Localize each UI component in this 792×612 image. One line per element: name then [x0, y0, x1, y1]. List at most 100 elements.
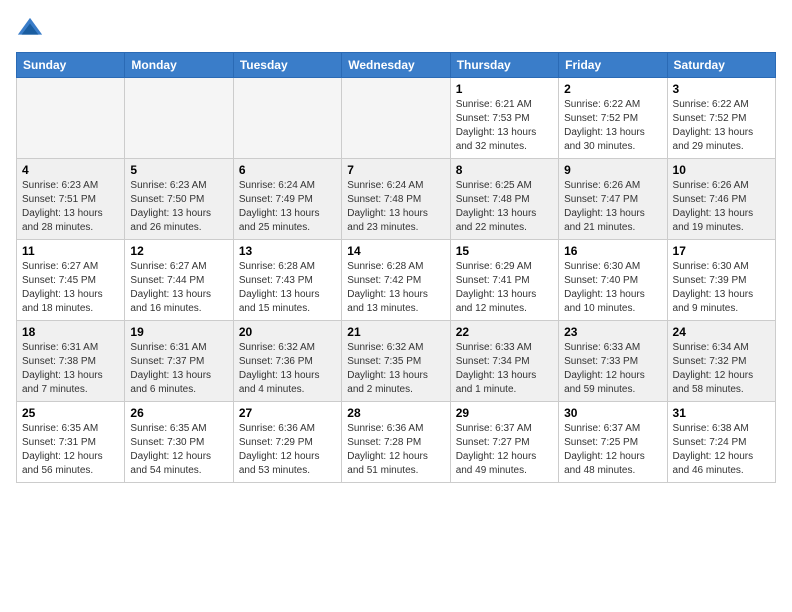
day-info: Sunrise: 6:23 AM Sunset: 7:51 PM Dayligh… — [22, 179, 119, 235]
day-info: Sunrise: 6:23 AM Sunset: 7:50 PM Dayligh… — [130, 179, 227, 235]
weekday-header-monday: Monday — [125, 53, 233, 78]
calendar-cell: 21Sunrise: 6:32 AM Sunset: 7:35 PM Dayli… — [342, 321, 450, 402]
calendar-cell: 9 Sunrise: 6:26 AM Sunset: 7:47 PM Daylig… — [559, 159, 667, 240]
day-info: Sunrise: 6:32 AM Sunset: 7:35 PM Dayligh… — [347, 341, 444, 397]
day-number: 13 — [239, 244, 336, 258]
calendar-cell: 12 Sunrise: 6:27 AM Sunset: 7:44 PM Dayli… — [125, 240, 233, 321]
calendar-table: SundayMondayTuesdayWednesdayThursdayFrid… — [16, 52, 776, 483]
day-number: 29 — [456, 406, 553, 420]
day-info: Sunrise: 6:25 AM Sunset: 7:48 PM Dayligh… — [456, 179, 553, 235]
calendar-cell: 20 Sunrise: 6:32 AM Sunset: 7:36 PM Dayli… — [233, 321, 341, 402]
day-number: 12 — [130, 244, 227, 258]
day-info: Sunrise: 6:24 AM Sunset: 7:48 PM Dayligh… — [347, 179, 444, 235]
calendar-cell: 18 Sunrise: 6:31 AM Sunset: 7:38 PM Dayli… — [17, 321, 125, 402]
day-info: Sunrise: 6:37 AM Sunset: 7:25 PM Dayligh… — [564, 422, 661, 478]
day-info: Sunrise: 6:30 AM Sunset: 7:39 PM Dayligh… — [673, 260, 770, 316]
day-info: Sunrise: 6:34 AM Sunset: 7:32 PM Dayligh… — [673, 341, 770, 397]
day-info: Sunrise: 6:29 AM Sunset: 7:41 PM Dayligh… — [456, 260, 553, 316]
calendar-cell: 15 Sunrise: 6:29 AM Sunset: 7:41 PM Dayli… — [450, 240, 558, 321]
day-info: Sunrise: 6:37 AM Sunset: 7:27 PM Dayligh… — [456, 422, 553, 478]
calendar-cell — [125, 78, 233, 159]
day-info: Sunrise: 6:26 AM Sunset: 7:47 PM Dayligh… — [564, 179, 661, 235]
day-number: 11 — [22, 244, 119, 258]
day-number: 4 — [22, 163, 119, 177]
calendar-cell: 8 Sunrise: 6:25 AM Sunset: 7:48 PM Daylig… — [450, 159, 558, 240]
day-info: Sunrise: 6:26 AM Sunset: 7:46 PM Dayligh… — [673, 179, 770, 235]
day-number: 20 — [239, 325, 336, 339]
calendar-cell: 14 Sunrise: 6:28 AM Sunset: 7:42 PM Dayli… — [342, 240, 450, 321]
calendar-cell: 5 Sunrise: 6:23 AM Sunset: 7:50 PM Daylig… — [125, 159, 233, 240]
calendar-cell — [342, 78, 450, 159]
day-number: 1 — [456, 82, 553, 96]
day-number: 14 — [347, 244, 444, 258]
calendar-cell: 17 Sunrise: 6:30 AM Sunset: 7:39 PM Dayli… — [667, 240, 775, 321]
day-number: 23 — [564, 325, 661, 339]
calendar-cell: 22Sunrise: 6:33 AM Sunset: 7:34 PM Dayli… — [450, 321, 558, 402]
day-info: Sunrise: 6:30 AM Sunset: 7:40 PM Dayligh… — [564, 260, 661, 316]
day-number: 30 — [564, 406, 661, 420]
day-number: 16 — [564, 244, 661, 258]
day-number: 8 — [456, 163, 553, 177]
day-number: 22 — [456, 325, 553, 339]
calendar-cell: 25 Sunrise: 6:35 AM Sunset: 7:31 PM Dayli… — [17, 402, 125, 483]
day-number: 25 — [22, 406, 119, 420]
weekday-header-thursday: Thursday — [450, 53, 558, 78]
day-info: Sunrise: 6:28 AM Sunset: 7:42 PM Dayligh… — [347, 260, 444, 316]
day-number: 18 — [22, 325, 119, 339]
calendar-cell: 6Sunrise: 6:24 AM Sunset: 7:49 PM Daylig… — [233, 159, 341, 240]
day-number: 7 — [347, 163, 444, 177]
calendar-week-1: 1 Sunrise: 6:21 AM Sunset: 7:53 PM Daylig… — [17, 78, 776, 159]
day-number: 17 — [673, 244, 770, 258]
day-info: Sunrise: 6:35 AM Sunset: 7:30 PM Dayligh… — [130, 422, 227, 478]
day-info: Sunrise: 6:21 AM Sunset: 7:53 PM Dayligh… — [456, 98, 553, 154]
day-info: Sunrise: 6:22 AM Sunset: 7:52 PM Dayligh… — [673, 98, 770, 154]
weekday-header-friday: Friday — [559, 53, 667, 78]
day-number: 9 — [564, 163, 661, 177]
calendar-cell: 31Sunrise: 6:38 AM Sunset: 7:24 PM Dayli… — [667, 402, 775, 483]
calendar-cell: 3 Sunrise: 6:22 AM Sunset: 7:52 PM Daylig… — [667, 78, 775, 159]
weekday-header-sunday: Sunday — [17, 53, 125, 78]
day-info: Sunrise: 6:28 AM Sunset: 7:43 PM Dayligh… — [239, 260, 336, 316]
calendar-week-5: 25 Sunrise: 6:35 AM Sunset: 7:31 PM Dayli… — [17, 402, 776, 483]
day-info: Sunrise: 6:22 AM Sunset: 7:52 PM Dayligh… — [564, 98, 661, 154]
day-number: 31 — [673, 406, 770, 420]
day-info: Sunrise: 6:36 AM Sunset: 7:29 PM Dayligh… — [239, 422, 336, 478]
logo — [16, 16, 48, 44]
calendar-cell: 30 Sunrise: 6:37 AM Sunset: 7:25 PM Dayli… — [559, 402, 667, 483]
day-number: 15 — [456, 244, 553, 258]
calendar-cell: 19 Sunrise: 6:31 AM Sunset: 7:37 PM Dayli… — [125, 321, 233, 402]
calendar-cell: 13 Sunrise: 6:28 AM Sunset: 7:43 PM Dayli… — [233, 240, 341, 321]
calendar-cell: 27Sunrise: 6:36 AM Sunset: 7:29 PM Dayli… — [233, 402, 341, 483]
day-info: Sunrise: 6:31 AM Sunset: 7:37 PM Dayligh… — [130, 341, 227, 397]
calendar-cell: 2Sunrise: 6:22 AM Sunset: 7:52 PM Daylig… — [559, 78, 667, 159]
day-number: 3 — [673, 82, 770, 96]
calendar-cell: 24 Sunrise: 6:34 AM Sunset: 7:32 PM Dayli… — [667, 321, 775, 402]
day-number: 5 — [130, 163, 227, 177]
calendar-cell: 1 Sunrise: 6:21 AM Sunset: 7:53 PM Daylig… — [450, 78, 558, 159]
day-info: Sunrise: 6:35 AM Sunset: 7:31 PM Dayligh… — [22, 422, 119, 478]
day-info: Sunrise: 6:31 AM Sunset: 7:38 PM Dayligh… — [22, 341, 119, 397]
calendar-week-4: 18 Sunrise: 6:31 AM Sunset: 7:38 PM Dayli… — [17, 321, 776, 402]
calendar-cell: 11 Sunrise: 6:27 AM Sunset: 7:45 PM Dayli… — [17, 240, 125, 321]
logo-icon — [16, 16, 44, 44]
calendar-cell: 16 Sunrise: 6:30 AM Sunset: 7:40 PM Dayli… — [559, 240, 667, 321]
day-info: Sunrise: 6:27 AM Sunset: 7:44 PM Dayligh… — [130, 260, 227, 316]
calendar-cell: 4 Sunrise: 6:23 AM Sunset: 7:51 PM Daylig… — [17, 159, 125, 240]
calendar-cell: 7 Sunrise: 6:24 AM Sunset: 7:48 PM Daylig… — [342, 159, 450, 240]
day-info: Sunrise: 6:33 AM Sunset: 7:33 PM Dayligh… — [564, 341, 661, 397]
weekday-header-wednesday: Wednesday — [342, 53, 450, 78]
calendar-cell: 28Sunrise: 6:36 AM Sunset: 7:28 PM Dayli… — [342, 402, 450, 483]
page-header — [16, 16, 776, 44]
day-info: Sunrise: 6:32 AM Sunset: 7:36 PM Dayligh… — [239, 341, 336, 397]
day-number: 6 — [239, 163, 336, 177]
day-info: Sunrise: 6:27 AM Sunset: 7:45 PM Dayligh… — [22, 260, 119, 316]
day-number: 19 — [130, 325, 227, 339]
calendar-week-3: 11 Sunrise: 6:27 AM Sunset: 7:45 PM Dayli… — [17, 240, 776, 321]
calendar-cell: 26 Sunrise: 6:35 AM Sunset: 7:30 PM Dayli… — [125, 402, 233, 483]
day-number: 10 — [673, 163, 770, 177]
day-number: 24 — [673, 325, 770, 339]
day-number: 26 — [130, 406, 227, 420]
calendar-cell — [17, 78, 125, 159]
calendar-cell — [233, 78, 341, 159]
day-info: Sunrise: 6:36 AM Sunset: 7:28 PM Dayligh… — [347, 422, 444, 478]
